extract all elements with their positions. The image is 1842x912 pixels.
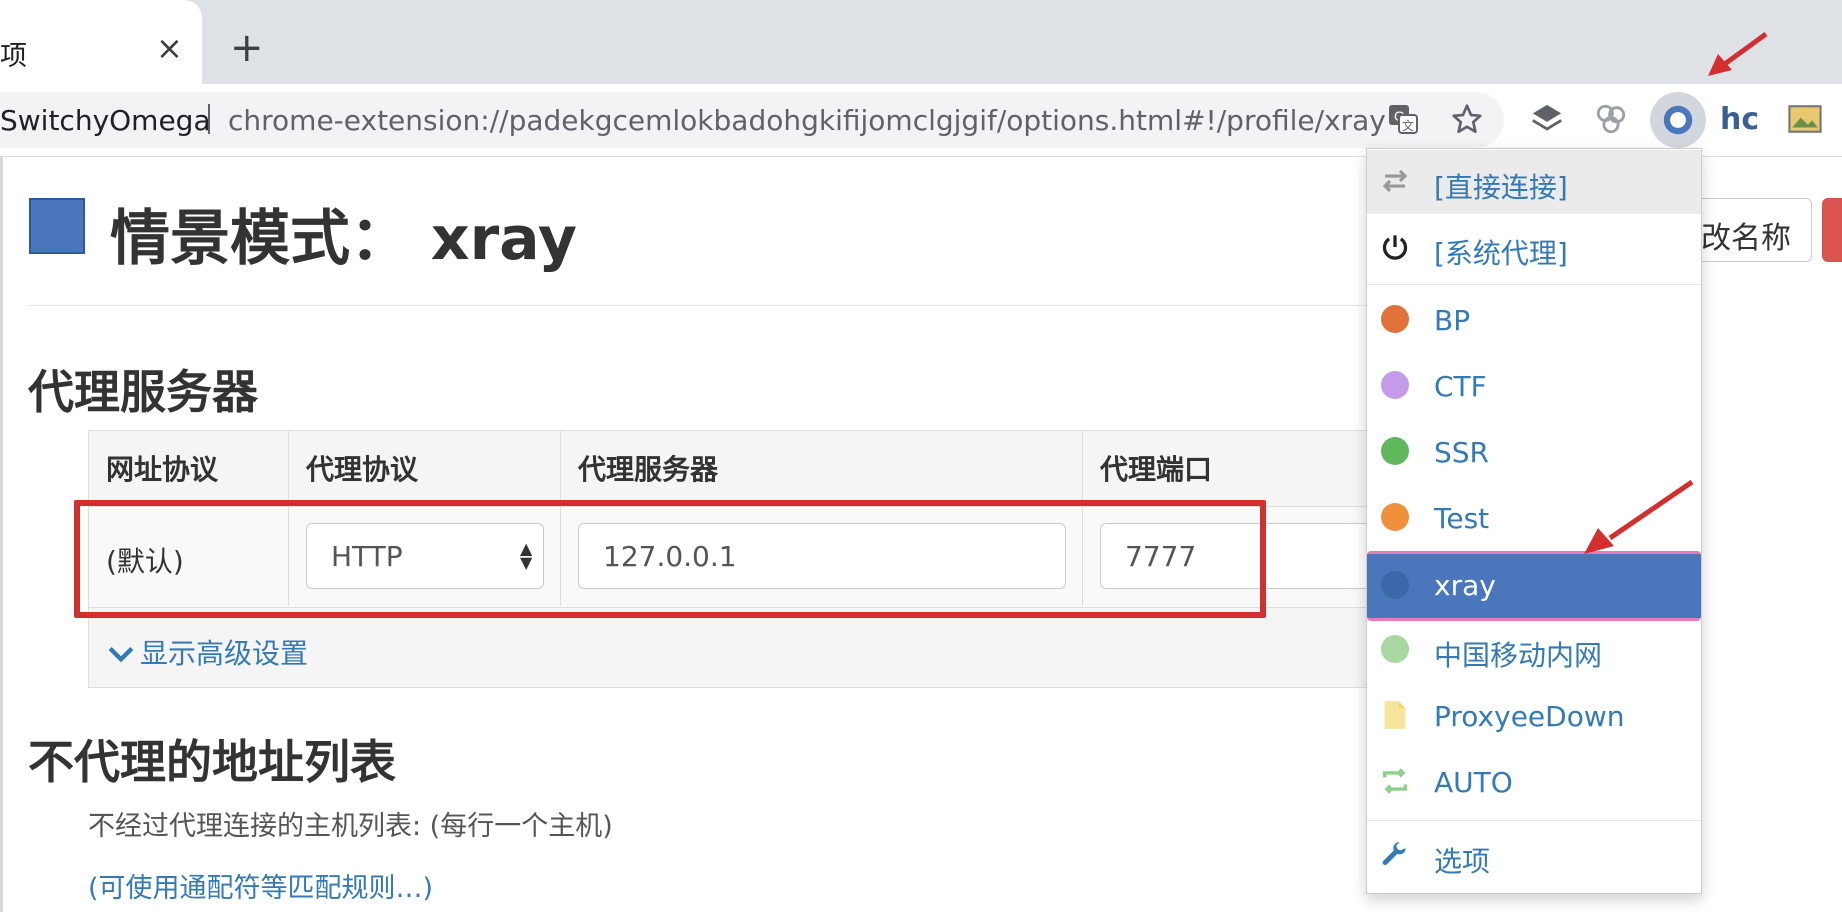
direct-arrows-icon — [1380, 166, 1410, 196]
menu-item-label: Test — [1434, 502, 1490, 535]
menu-item-label: SSR — [1434, 436, 1490, 469]
delete-button[interactable] — [1822, 198, 1842, 262]
power-icon — [1380, 232, 1410, 262]
page-edge — [0, 157, 3, 912]
annotation-arrow-icon — [1708, 31, 1768, 76]
globe-icon — [1380, 634, 1410, 664]
switchyomega-icon[interactable] — [1659, 101, 1697, 139]
menu-item-label: CTF — [1434, 370, 1487, 403]
globe-icon — [1380, 304, 1410, 334]
mode-color-swatch[interactable] — [29, 198, 85, 254]
menu-item-label: BP — [1434, 304, 1471, 337]
svg-text:文: 文 — [1402, 118, 1414, 133]
tab-close-icon[interactable]: × — [156, 30, 183, 66]
menu-item-label: [系统代理] — [1434, 237, 1568, 270]
proxy-section-title: 代理服务器 — [28, 365, 258, 419]
header-port: 代理端口 — [1100, 453, 1213, 486]
header-protocol: 代理协议 — [306, 453, 419, 486]
globe-icon — [1380, 502, 1410, 532]
site-label: SwitchyOmega — [0, 104, 211, 137]
menu-item-label: ProxyeeDown — [1434, 700, 1625, 733]
globe-icon — [1380, 436, 1410, 466]
bypass-section-title: 不代理的地址列表 — [28, 735, 396, 789]
bypass-description: 不经过代理连接的主机列表: (每行一个主机) — [88, 811, 613, 842]
tab-title[interactable]: 项 — [0, 34, 27, 73]
page-title: 情景模式： xray — [110, 204, 577, 274]
annotation-arrow-icon — [1584, 479, 1694, 554]
menu-item-xray[interactable] — [1367, 551, 1701, 621]
url-text[interactable]: chrome-extension://padekgcemlokbadohgkif… — [228, 104, 1386, 137]
layers-extension-icon[interactable] — [1528, 100, 1566, 138]
menu-item-bp[interactable] — [1367, 288, 1701, 352]
switch-icon — [1380, 766, 1410, 796]
menu-item-label: 选项 — [1434, 845, 1491, 878]
menu-item-auto[interactable] — [1367, 750, 1701, 814]
url-divider — [208, 104, 210, 134]
chevron-down-icon — [108, 646, 134, 663]
wrench-icon — [1380, 840, 1410, 870]
menu-item-options[interactable] — [1367, 824, 1701, 888]
translate-icon[interactable]: G文 — [1384, 100, 1422, 138]
annotation-highlight-box — [74, 500, 1266, 618]
menu-divider — [1367, 820, 1701, 821]
new-tab-button[interactable]: + — [230, 26, 264, 70]
profile-initials[interactable]: hc — [1720, 102, 1759, 137]
show-advanced-label: 显示高级设置 — [140, 637, 309, 670]
menu-item-label: 中国移动内网 — [1434, 639, 1603, 672]
circles-extension-icon[interactable] — [1592, 100, 1630, 138]
file-icon — [1380, 700, 1410, 730]
globe-icon — [1380, 570, 1410, 600]
header-server: 代理服务器 — [578, 453, 719, 486]
menu-item-ssr[interactable] — [1367, 420, 1701, 484]
tab-strip — [0, 0, 1842, 84]
image-extension-icon[interactable] — [1786, 100, 1824, 138]
header-scheme: 网址协议 — [106, 453, 219, 486]
bookmark-star-icon[interactable] — [1448, 100, 1486, 138]
globe-icon — [1380, 370, 1410, 400]
menu-item-label: xray — [1434, 569, 1496, 602]
menu-item-label: AUTO — [1434, 766, 1513, 799]
menu-item-ctf[interactable] — [1367, 354, 1701, 418]
menu-divider — [1367, 284, 1701, 285]
menu-item-label: [直接连接] — [1434, 171, 1568, 204]
show-advanced-link[interactable]: 显示高级设置 — [108, 632, 308, 672]
title-divider — [28, 305, 1428, 306]
wildcard-help-link[interactable]: (可使用通配符等匹配规则…) — [88, 866, 433, 905]
